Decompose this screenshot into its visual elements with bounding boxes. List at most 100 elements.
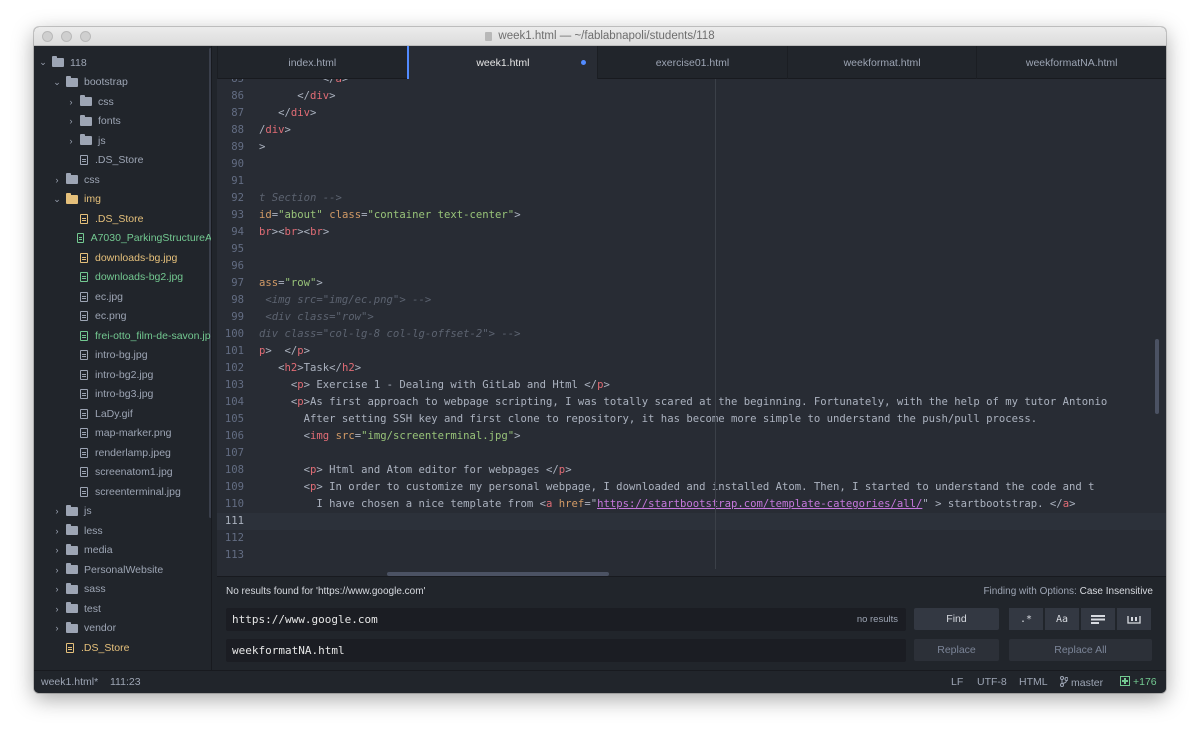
tree-folder[interactable]: › less xyxy=(34,521,211,541)
tab-index-html[interactable]: index.html xyxy=(217,46,407,79)
tree-file[interactable]: LaDy.gif xyxy=(34,404,211,424)
tab-week1-html[interactable]: week1.html xyxy=(406,46,598,79)
code-editor[interactable]: 113 112 111 110 I have chosen a nice templa… xyxy=(217,79,1166,576)
code-line[interactable]: 100 div class="col-lg-8 col-lg-offset-2">… xyxy=(217,326,1166,343)
tree-file[interactable]: intro-bg3.jpg xyxy=(34,385,211,405)
code-line[interactable]: 97 ass="row"> xyxy=(217,275,1166,292)
tree-folder[interactable]: › test xyxy=(34,599,211,619)
find-input[interactable]: https://www.google.com no results xyxy=(226,608,906,631)
status-file-name[interactable]: week1.html* xyxy=(41,676,98,688)
code-line[interactable]: 104 <p>As first approach to webpage scri… xyxy=(217,394,1166,411)
code-line[interactable]: 94 br><br><br> xyxy=(217,224,1166,241)
replace-input[interactable]: weekformatNA.html xyxy=(226,639,906,662)
tree-folder[interactable]: › js xyxy=(34,502,211,522)
code-line[interactable]: 93 id="about" class="container text-cente… xyxy=(217,207,1166,224)
tree-file[interactable]: ec.png xyxy=(34,307,211,327)
tree-file[interactable]: screenterminal.jpg xyxy=(34,482,211,502)
code-line[interactable]: 87 </div> xyxy=(217,105,1166,122)
status-cursor-position[interactable]: 111:23 xyxy=(110,676,141,688)
tree-item-label: media xyxy=(84,544,113,557)
tab-exercise01-html[interactable]: exercise01.html xyxy=(597,46,787,79)
status-git-diff[interactable]: +176 xyxy=(1120,676,1157,688)
status-encoding[interactable]: UTF-8 xyxy=(977,676,1007,688)
replace-button[interactable]: Replace xyxy=(914,639,999,661)
line-number: 97 xyxy=(231,277,244,289)
code-line[interactable]: 107 xyxy=(217,445,1166,462)
minimize-window-button[interactable] xyxy=(61,31,72,42)
code-line[interactable]: 111 xyxy=(217,513,1166,530)
tree-folder[interactable]: › css xyxy=(34,92,211,112)
code-line[interactable]: 88/div> xyxy=(217,122,1166,139)
tree-file[interactable]: downloads-bg.jpg xyxy=(34,248,211,268)
status-grammar[interactable]: HTML xyxy=(1019,676,1048,688)
code-line[interactable]: 105 After setting SSH key and first clon… xyxy=(217,411,1166,428)
code-line[interactable]: 90 xyxy=(217,156,1166,173)
file-icon xyxy=(80,428,88,439)
tree-file[interactable]: downloads-bg2.jpg xyxy=(34,268,211,288)
code-line[interactable]: 89 > xyxy=(217,139,1166,156)
code-line[interactable]: 99 <div class="row"> xyxy=(217,309,1166,326)
tree-file[interactable]: .DS_Store xyxy=(34,638,211,658)
code-line[interactable]: 102 <h2>Task</h2> xyxy=(217,360,1166,377)
code-line[interactable]: 95 xyxy=(217,241,1166,258)
window-title: week1.html — ~/fablabnapoli/students/118 xyxy=(498,30,715,42)
code-line[interactable]: 113 xyxy=(217,547,1166,564)
status-git-branch[interactable]: master xyxy=(1060,676,1103,689)
code-line[interactable]: 86 </div> xyxy=(217,88,1166,105)
tree-file[interactable]: renderlamp.jpeg xyxy=(34,443,211,463)
tree-folder[interactable]: › media xyxy=(34,541,211,561)
tree-file[interactable]: frei-otto_film-de-savon.jp xyxy=(34,326,211,346)
code-line[interactable]: 109 <p> In order to customize my persona… xyxy=(217,479,1166,496)
whole-word-toggle-button[interactable] xyxy=(1117,608,1152,630)
tree-item-label: screenatom1.jpg xyxy=(95,466,173,479)
tree-folder[interactable]: ⌄ 118 xyxy=(34,53,211,73)
tree-file[interactable]: A7030_ParkingStructureA xyxy=(34,229,211,249)
tree-file[interactable]: .DS_Store xyxy=(34,151,211,171)
tree-file[interactable]: intro-bg2.jpg xyxy=(34,365,211,385)
close-window-button[interactable] xyxy=(42,31,53,42)
file-icon xyxy=(80,467,88,478)
status-line-ending[interactable]: LF xyxy=(951,676,963,688)
tree-folder[interactable]: › sass xyxy=(34,580,211,600)
code-line[interactable]: 112 xyxy=(217,530,1166,547)
line-number: 89 xyxy=(231,141,244,153)
code-line[interactable]: 91 xyxy=(217,173,1166,190)
code-token: https://startbootstrap.com/template-cate… xyxy=(597,498,923,510)
zoom-window-button[interactable] xyxy=(80,31,91,42)
code-text: <h2>Task</h2> xyxy=(259,360,361,377)
tree-folder[interactable]: ⌄ img xyxy=(34,190,211,210)
code-line[interactable]: 110 I have chosen a nice template from <… xyxy=(217,496,1166,513)
code-line[interactable]: 101 p> </p> xyxy=(217,343,1166,360)
tree-file[interactable]: .DS_Store xyxy=(34,209,211,229)
replace-all-button[interactable]: Replace All xyxy=(1009,639,1152,661)
find-button[interactable]: Find xyxy=(914,608,999,630)
git-branch-icon xyxy=(1060,676,1069,687)
in-selection-toggle-button[interactable] xyxy=(1081,608,1116,630)
line-number: 109 xyxy=(224,481,244,493)
vertical-scrollbar[interactable] xyxy=(1155,339,1159,414)
tab-weekformatna-html[interactable]: weekformatNA.html xyxy=(976,46,1166,79)
tree-file[interactable]: intro-bg.jpg xyxy=(34,346,211,366)
code-line[interactable]: 96 xyxy=(217,258,1166,275)
case-sensitive-toggle-button[interactable]: Aa xyxy=(1045,608,1080,630)
tree-folder[interactable]: ⌄ bootstrap xyxy=(34,73,211,93)
tab-weekformat-html[interactable]: weekformat.html xyxy=(786,46,977,79)
code-line[interactable]: 92 t Section --> xyxy=(217,190,1166,207)
tree-folder[interactable]: › js xyxy=(34,131,211,151)
tree-folder[interactable]: › PersonalWebsite xyxy=(34,560,211,580)
code-line[interactable]: 103 <p> Exercise 1 - Dealing with GitLab… xyxy=(217,377,1166,394)
chevron-right-icon: › xyxy=(55,623,59,634)
tree-file[interactable]: map-marker.png xyxy=(34,424,211,444)
tree-file[interactable]: ec.jpg xyxy=(34,287,211,307)
regex-toggle-button[interactable]: .* xyxy=(1009,608,1044,630)
tree-folder[interactable]: › css xyxy=(34,170,211,190)
code-line[interactable]: 98 <img src="img/ec.png"> --> xyxy=(217,292,1166,309)
code-line[interactable]: 85 </a> xyxy=(217,79,1166,88)
code-line[interactable]: 108 <p> Html and Atom editor for webpage… xyxy=(217,462,1166,479)
tree-file[interactable]: screenatom1.jpg xyxy=(34,463,211,483)
code-line[interactable]: 106 <img src="img/screenterminal.jpg"> xyxy=(217,428,1166,445)
tree-folder[interactable]: › fonts xyxy=(34,112,211,132)
window-controls xyxy=(42,31,91,42)
file-icon xyxy=(66,642,74,653)
tree-folder[interactable]: › vendor xyxy=(34,619,211,639)
